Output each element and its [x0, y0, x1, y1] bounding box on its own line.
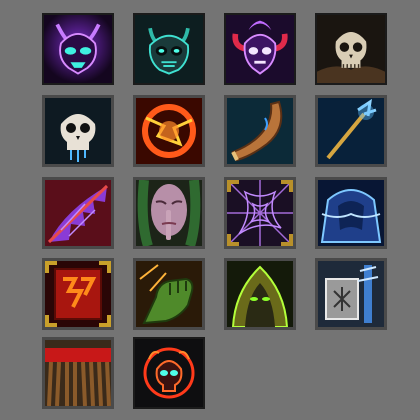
horned-purple-flame-skull-icon[interactable]	[224, 13, 296, 85]
fire-lightning-orb-icon[interactable]	[133, 95, 205, 167]
fire-ring-skull-icon[interactable]	[133, 337, 205, 409]
frost-hammer-rune-icon[interactable]	[315, 258, 387, 330]
skull-on-rubble-icon[interactable]	[315, 13, 387, 85]
purple-demon-skull-icon[interactable]	[42, 13, 114, 85]
silence-finger-lips-icon[interactable]	[133, 177, 205, 249]
dripping-skull-icon[interactable]	[42, 95, 114, 167]
hooded-green-eyes-figure-icon[interactable]	[224, 258, 296, 330]
teal-demon-skull-icon[interactable]	[133, 13, 205, 85]
green-orc-fist-icon[interactable]	[133, 258, 205, 330]
red-bound-broom-icon[interactable]	[42, 337, 114, 409]
wooden-horn-icon[interactable]	[224, 95, 296, 167]
blue-armored-cloak-icon[interactable]	[315, 177, 387, 249]
purple-spider-web-icon[interactable]	[224, 177, 296, 249]
blue-glowing-trident-icon[interactable]	[315, 95, 387, 167]
icon-grid-page: { "icons": [ "purple-demon-skull-icon", …	[0, 0, 420, 420]
shredded-purple-wing-icon[interactable]	[42, 177, 114, 249]
red-war-banner-icon[interactable]	[42, 258, 114, 330]
